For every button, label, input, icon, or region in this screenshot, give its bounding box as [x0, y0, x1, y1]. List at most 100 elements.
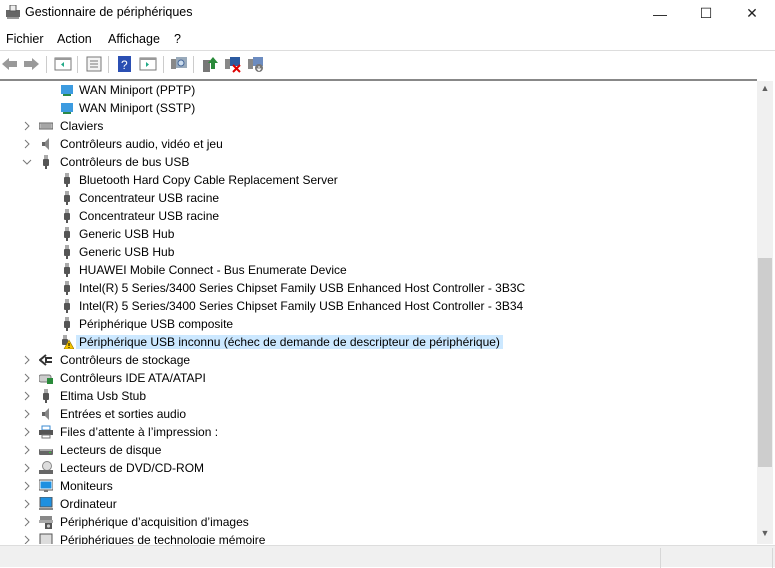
chevron-right-icon-glyph[interactable] [22, 121, 32, 131]
tree-category[interactable]: >Entrées et sorties audio [0, 405, 757, 423]
usb-icon [64, 299, 70, 313]
tree-item-label: Périphérique d’acquisition d’images [60, 515, 249, 529]
dvd-drive-icon [39, 461, 53, 474]
tree-device[interactable]: Périphérique USB inconnu (échec de deman… [0, 333, 757, 351]
tree-category[interactable]: vContrôleurs de bus USB [0, 153, 757, 171]
tree-category[interactable]: >Contrôleurs de stockage [0, 351, 757, 369]
menu-fichier[interactable]: Fichier [6, 32, 44, 46]
tree-item-label: Generic USB Hub [79, 227, 175, 241]
tree-device[interactable]: Intel(R) 5 Series/3400 Series Chipset Fa… [0, 279, 757, 297]
tree-device[interactable]: Generic USB Hub [0, 243, 757, 261]
storage-controller-icon [39, 354, 52, 366]
tree-device[interactable]: Concentrateur USB racine [0, 207, 757, 225]
tree-item-label: Périphérique USB composite [79, 317, 234, 331]
forward-icon[interactable] [22, 55, 40, 73]
tree-item-label: Contrôleurs audio, vidéo et jeu [60, 137, 223, 151]
tree-item-label: Concentrateur USB racine [79, 209, 220, 223]
scan-hardware-icon[interactable] [170, 55, 188, 73]
tree-category[interactable]: >Lecteurs de DVD/CD-ROM [0, 459, 757, 477]
tree-item-label: Moniteurs [60, 479, 113, 493]
chevron-right-icon-glyph[interactable] [22, 409, 32, 419]
tree-item-label: Concentrateur USB racine [79, 191, 220, 205]
tree-item-label: Périphériques de technologie mémoire [60, 533, 266, 544]
show-action-pane-icon[interactable] [139, 55, 157, 73]
network-adapter-icon [61, 85, 73, 96]
disk-drive-icon [39, 449, 53, 455]
usb-icon [64, 173, 70, 187]
minimize-button[interactable]: — [637, 0, 683, 27]
chevron-right-icon-glyph[interactable] [22, 355, 32, 365]
uninstall-device-icon[interactable] [224, 55, 242, 73]
tree-item-label: HUAWEI Mobile Connect - Bus Enumerate De… [79, 263, 347, 277]
back-icon[interactable] [1, 55, 19, 73]
scroll-up-arrow-icon[interactable]: ▲ [757, 83, 773, 99]
tree-device[interactable]: Périphérique USB composite [0, 315, 757, 333]
device-manager-icon [6, 5, 20, 19]
usb-icon [64, 281, 70, 295]
menu-action[interactable]: Action [57, 32, 92, 46]
tree-item-label: Files d’attente à l’impression : [60, 425, 219, 439]
chevron-right-icon-glyph[interactable] [22, 445, 32, 455]
vertical-scrollbar[interactable]: ▲ ▼ [757, 81, 773, 544]
tree-device[interactable]: WAN Miniport (SSTP) [0, 99, 757, 117]
chevron-right-icon-glyph[interactable] [22, 373, 32, 383]
menu-help[interactable]: ? [174, 32, 181, 46]
tree-item-label: WAN Miniport (PPTP) [79, 83, 196, 97]
speaker-icon [42, 408, 49, 420]
usb-icon [64, 317, 70, 331]
tree-device[interactable]: WAN Miniport (PPTP) [0, 81, 757, 99]
tree-category[interactable]: >Contrôleurs audio, vidéo et jeu [0, 135, 757, 153]
chevron-right-icon-glyph[interactable] [22, 517, 32, 527]
tree-item-label: Bluetooth Hard Copy Cable Replacement Se… [79, 173, 338, 187]
usb-icon [64, 209, 70, 223]
tree-item-label: Generic USB Hub [79, 245, 175, 259]
speaker-icon [42, 138, 49, 150]
usb-icon [43, 155, 49, 169]
chevron-right-icon-glyph[interactable] [22, 481, 32, 491]
help-icon[interactable]: ? [116, 55, 134, 73]
chevron-right-icon-glyph[interactable] [22, 427, 32, 437]
usb-icon [64, 191, 70, 205]
chevron-right-icon-glyph[interactable] [22, 463, 32, 473]
tree-device[interactable]: Concentrateur USB racine [0, 189, 757, 207]
menu-affichage[interactable]: Affichage [108, 32, 160, 46]
tree-category[interactable]: >Lecteurs de disque [0, 441, 757, 459]
tree-device[interactable]: Intel(R) 5 Series/3400 Series Chipset Fa… [0, 297, 757, 315]
printer-icon [39, 425, 53, 439]
chevron-right-icon-glyph[interactable] [22, 499, 32, 509]
chevron-right-icon-glyph[interactable] [22, 139, 32, 149]
svg-text:?: ? [121, 58, 128, 72]
close-button[interactable]: ✕ [729, 0, 775, 27]
tree-category[interactable]: >Files d’attente à l’impression : [0, 423, 757, 441]
monitor-icon [39, 479, 53, 492]
tree-item-label: Contrôleurs de stockage [60, 353, 191, 367]
network-adapter-icon [61, 103, 73, 114]
update-driver-icon[interactable] [201, 55, 219, 73]
toolbar: ? [0, 50, 775, 78]
tree-item-label: Intel(R) 5 Series/3400 Series Chipset Fa… [79, 299, 524, 313]
tree-category[interactable]: >Moniteurs [0, 477, 757, 495]
ide-controller-icon [39, 374, 53, 384]
tree-category[interactable]: >Ordinateur [0, 495, 757, 513]
disable-device-icon[interactable] [247, 55, 265, 73]
tree-device[interactable]: Bluetooth Hard Copy Cable Replacement Se… [0, 171, 757, 189]
tree-item-label: Lecteurs de disque [60, 443, 162, 457]
window-title: Gestionnaire de périphériques [25, 5, 193, 19]
maximize-button[interactable]: ☐ [683, 0, 729, 27]
tree-category[interactable]: >Eltima Usb Stub [0, 387, 757, 405]
show-hide-console-tree-icon[interactable] [54, 55, 72, 73]
tree-category[interactable]: >Contrôleurs IDE ATA/ATAPI [0, 369, 757, 387]
device-tree: WAN Miniport (PPTP) WAN Miniport (SSTP) >C… [0, 79, 757, 544]
usb-icon [43, 389, 49, 403]
scroll-thumb[interactable] [758, 258, 772, 467]
scroll-down-arrow-icon[interactable]: ▼ [757, 528, 773, 544]
chevron-right-icon-glyph[interactable] [22, 391, 32, 401]
tree-category[interactable]: >Périphérique d’acquisition d’images [0, 513, 757, 531]
chevron-down-icon-glyph[interactable] [22, 157, 32, 167]
tree-device[interactable]: HUAWEI Mobile Connect - Bus Enumerate De… [0, 261, 757, 279]
tree-category[interactable]: >Claviers [0, 117, 757, 135]
chevron-right-icon-glyph[interactable] [22, 535, 32, 544]
properties-icon[interactable] [85, 55, 103, 73]
tree-category[interactable]: >Périphériques de technologie mémoire [0, 531, 757, 544]
tree-device[interactable]: Generic USB Hub [0, 225, 757, 243]
